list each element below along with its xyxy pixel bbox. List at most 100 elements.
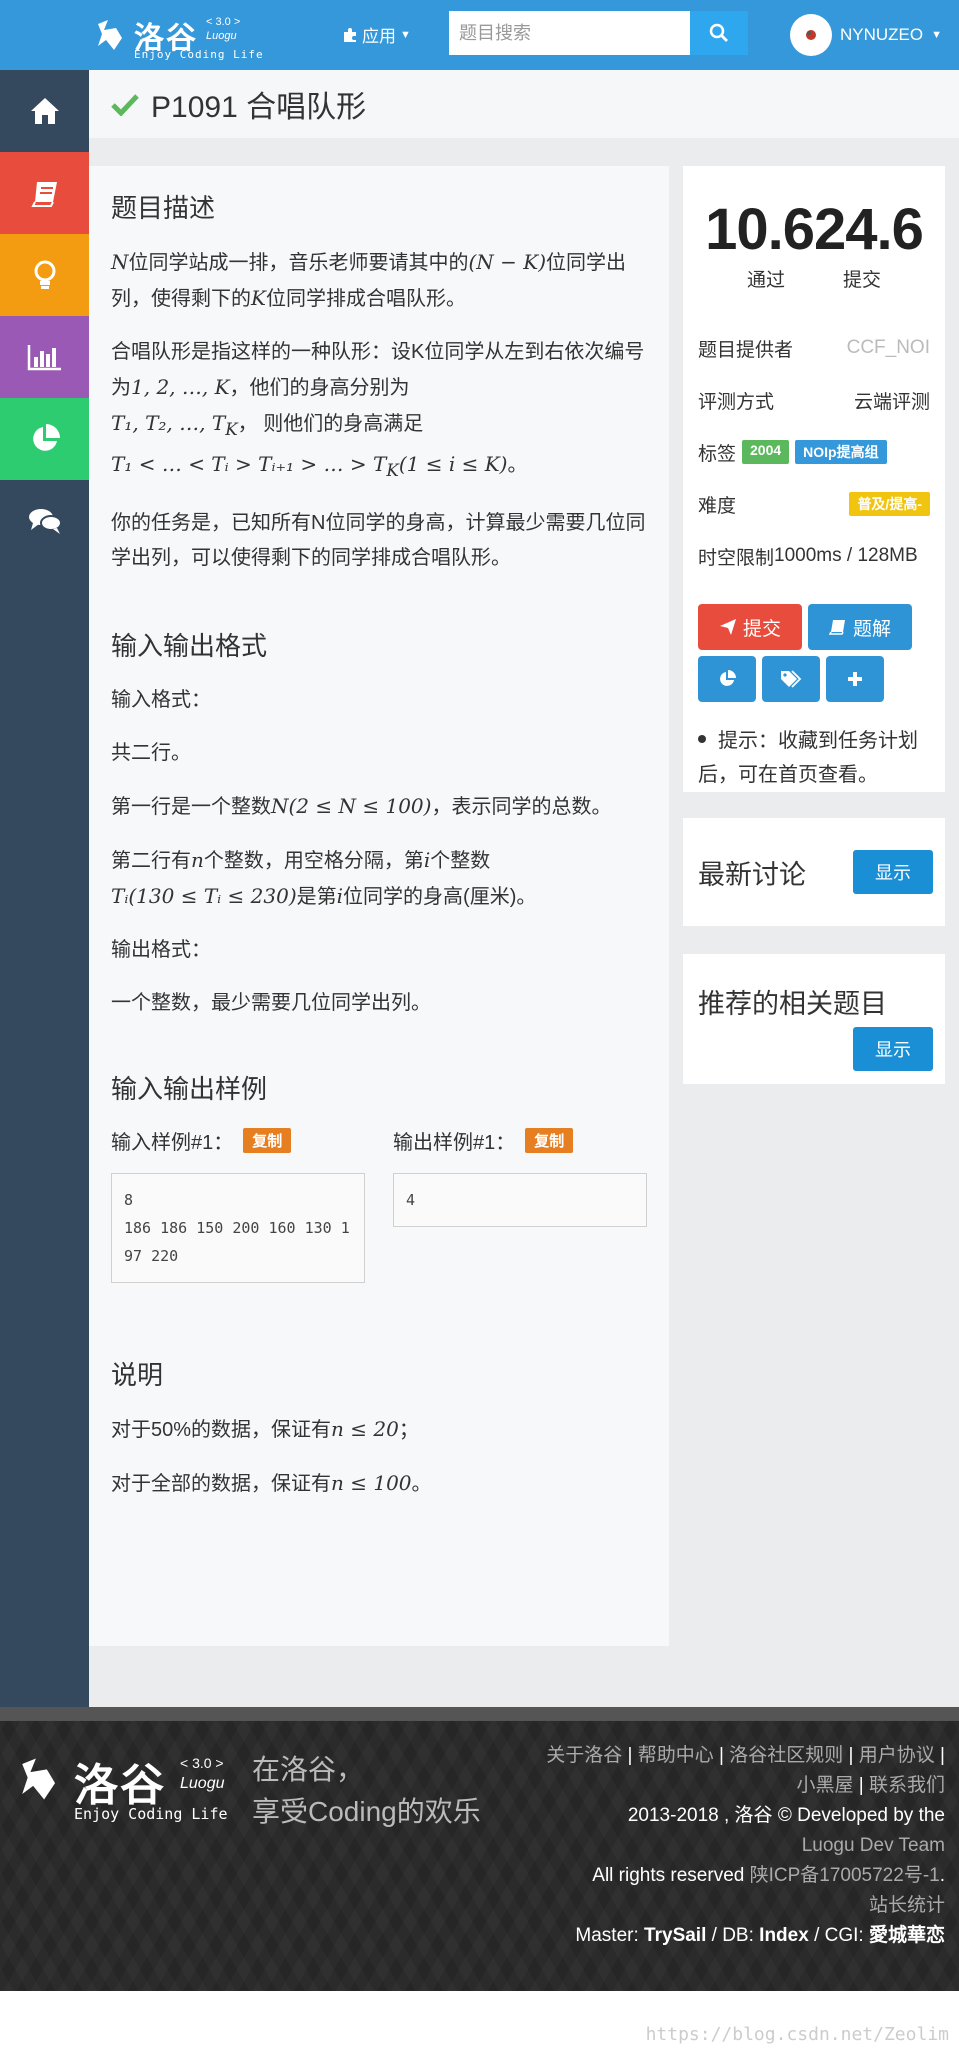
check-icon	[111, 94, 139, 116]
link-blackroom[interactable]: 小黑屋	[796, 1775, 853, 1796]
math: K	[225, 420, 238, 439]
period: .	[939, 1865, 945, 1886]
link-user-agreement[interactable]: 用户协议	[859, 1745, 935, 1766]
main-area: P1091 合唱队形 题目描述 N位同学站成一排，音乐老师要请其中的(N − K…	[89, 70, 959, 1707]
solution-button[interactable]: 题解	[808, 604, 912, 650]
recommend-actions: 显示	[698, 1027, 933, 1071]
puzzle-icon	[344, 27, 356, 42]
lightbulb-icon	[34, 260, 55, 289]
link-help[interactable]: 帮助中心	[638, 1745, 714, 1766]
math: Tᵢ(130 ≤ Tᵢ ≤ 230)	[111, 884, 297, 908]
plus-icon	[848, 672, 862, 686]
search-input[interactable]	[449, 11, 690, 55]
watermark: https://blog.csdn.net/Zeolim	[645, 2024, 949, 2045]
tag-year[interactable]: 2004	[742, 440, 790, 464]
icp-link[interactable]: 陕ICP备17005722号-1	[750, 1865, 940, 1886]
sidebar-item-discuss[interactable]	[0, 480, 89, 562]
recommend-panel: 推荐的相关题目 显示	[683, 954, 945, 1084]
master-name: TrySail	[644, 1925, 707, 1946]
math: N(2 ≤ N ≤ 100)	[271, 794, 432, 818]
dev-team: Luogu Dev Team	[801, 1835, 945, 1856]
tags-label: 标签	[698, 443, 737, 465]
text: 位同学的身高(厘米)。	[343, 886, 537, 908]
text: 第一行是一个整数	[111, 796, 271, 818]
sidebar-item-ideas[interactable]	[0, 234, 89, 316]
pie-chart-icon	[32, 424, 60, 451]
db-label: / DB:	[711, 1925, 754, 1946]
difficulty-row: 难度 普及/提高-	[698, 478, 930, 530]
luogu-logo[interactable]: 洛谷 < 3.0 > Luogu Enjoy Coding Life	[92, 10, 263, 61]
avatar[interactable]	[790, 14, 832, 56]
math: n ≤ 100	[331, 1471, 412, 1495]
sample-input-label: 输入样例#1： 复制	[111, 1126, 365, 1155]
footer-links: 关于洛谷 | 帮助中心 | 洛谷社区规则 | 用户协议 | 小黑屋 | 联系我们…	[525, 1741, 945, 1951]
sidebar-item-problems[interactable]	[0, 152, 89, 234]
provider-label: 题目提供者	[698, 339, 794, 361]
search-button[interactable]	[690, 11, 748, 55]
input-line: 第一行是一个整数N(2 ≤ N ≤ 100)，表示同学的总数。	[111, 789, 647, 825]
judge-row: 评测方式 云端评测	[698, 374, 930, 426]
text: 。	[411, 1473, 432, 1495]
submit-button[interactable]: 提交	[698, 604, 802, 650]
apps-menu[interactable]: 应用 ▼	[342, 22, 411, 47]
provider-row: 题目提供者 CCF_NOI	[698, 322, 930, 374]
footer-links-line: 关于洛谷 | 帮助中心 | 洛谷社区规则 | 用户协议 | 小黑屋 | 联系我们	[546, 1745, 945, 1796]
text: 对于50%的数据，保证有	[111, 1419, 332, 1441]
page-title: P1091 合唱队形	[151, 91, 367, 124]
site-stats-link[interactable]: 站长统计	[525, 1891, 945, 1921]
io-heading: 输入输出格式	[111, 631, 268, 661]
note-line: 对于50%的数据，保证有n ≤ 20；	[111, 1412, 647, 1448]
add-to-plan-button[interactable]	[826, 656, 884, 702]
link-rules[interactable]: 洛谷社区规则	[729, 1745, 843, 1766]
provider-value[interactable]: CCF_NOI	[847, 337, 930, 359]
tip-text: 提示：收藏到任务计划后，可在首页查看。	[698, 730, 918, 786]
text: ，他们的身高分别为	[229, 377, 410, 399]
input-format-label: 输入格式：	[111, 689, 211, 711]
math: T₁ < … < Tᵢ > Tᵢ₊₁ > … > T	[111, 452, 387, 476]
math: T₁, T₂, …, T	[111, 411, 226, 435]
avatar-bird-icon	[806, 30, 816, 40]
difficulty-badge: 普及/提高-	[849, 492, 930, 516]
link-contact[interactable]: 联系我们	[869, 1775, 945, 1796]
problem-title-bar: P1091 合唱队形	[89, 70, 959, 138]
sample-output: 输出样例#1： 复制 4	[393, 1126, 647, 1283]
tag-contest[interactable]: NOIp提高组	[795, 440, 887, 464]
text: 位同学站成一排，音乐老师要请其中的	[128, 252, 469, 274]
samples: 输入样例#1： 复制 8 186 186 150 200 160 130 197…	[111, 1126, 647, 1283]
show-recommend-button[interactable]: 显示	[853, 1027, 933, 1071]
sample-output-code: 4	[393, 1173, 647, 1227]
text: 。	[507, 454, 528, 476]
copy-output-button[interactable]: 复制	[525, 1128, 574, 1153]
math: n	[191, 848, 204, 872]
math: K	[251, 286, 266, 310]
text: ，表示同学的总数。	[431, 796, 612, 818]
text: ， 则他们的身高满足	[237, 413, 424, 435]
cgi-name: 愛城華恋	[868, 1925, 945, 1946]
tags-button[interactable]	[762, 656, 820, 702]
apps-label: 应用	[362, 27, 396, 46]
problem-content: 题目描述 N位同学站成一排，音乐老师要请其中的(N − K)位同学出列，使得剩下…	[89, 166, 669, 1646]
top-navbar: 洛谷 < 3.0 > Luogu Enjoy Coding Life 应用 ▼ …	[0, 0, 959, 70]
limit-row: 时空限制 1000ms / 128MB	[698, 530, 930, 582]
sidebar-item-records[interactable]	[0, 398, 89, 480]
db-name: Index	[759, 1925, 809, 1946]
link-about[interactable]: 关于洛谷	[546, 1745, 622, 1766]
user-menu[interactable]: NYNUZEO ▼	[790, 14, 942, 56]
note-line: 对于全部的数据，保证有n ≤ 100。	[111, 1466, 647, 1502]
sidebar-item-ranking[interactable]	[0, 316, 89, 398]
recommend-heading: 推荐的相关题目	[698, 989, 887, 1019]
discussion-panel: 最新讨论 显示	[683, 818, 945, 926]
bullet-icon	[698, 735, 706, 743]
footer-divider	[0, 1707, 959, 1721]
submit-label: 提交	[842, 270, 881, 291]
difficulty-label: 难度	[698, 495, 737, 517]
text: 是第	[296, 886, 337, 908]
sidebar-item-home[interactable]	[0, 70, 89, 152]
show-discussion-button[interactable]: 显示	[853, 850, 933, 894]
text: ；	[398, 1419, 419, 1441]
text: 第二行有	[111, 850, 191, 872]
statistics-button[interactable]	[698, 656, 756, 702]
samples-heading: 输入输出样例	[111, 1074, 268, 1104]
search-icon	[709, 23, 728, 42]
copy-input-button[interactable]: 复制	[243, 1128, 292, 1153]
